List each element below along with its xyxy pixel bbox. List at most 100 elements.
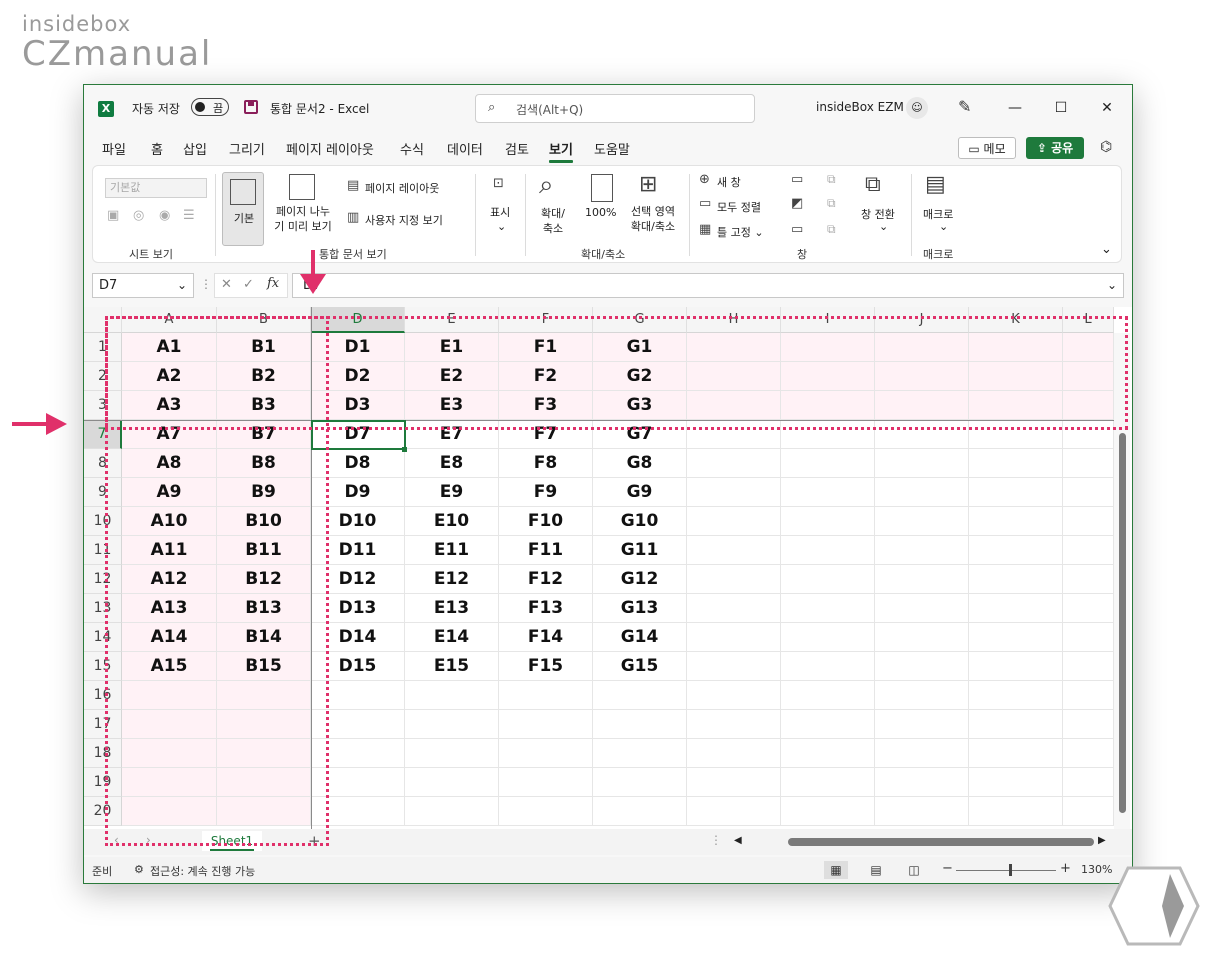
table-cell[interactable] xyxy=(687,652,781,681)
table-cell[interactable] xyxy=(969,507,1063,536)
table-cell[interactable] xyxy=(781,478,875,507)
table-cell[interactable]: F11 xyxy=(499,536,593,565)
tab-draw[interactable]: 그리기 xyxy=(229,139,265,158)
table-cell[interactable] xyxy=(781,507,875,536)
table-cell[interactable]: E10 xyxy=(405,507,499,536)
table-cell[interactable]: F13 xyxy=(499,594,593,623)
table-cell[interactable] xyxy=(969,739,1063,768)
page-break-view-icon[interactable]: ◫ xyxy=(902,861,926,879)
zoom-in-button[interactable]: + xyxy=(1060,861,1071,876)
table-cell[interactable]: G12 xyxy=(593,565,687,594)
table-cell[interactable] xyxy=(781,681,875,710)
table-cell[interactable] xyxy=(875,594,969,623)
table-cell[interactable] xyxy=(687,478,781,507)
table-cell[interactable]: G10 xyxy=(593,507,687,536)
table-cell[interactable] xyxy=(1063,739,1114,768)
table-cell[interactable] xyxy=(875,739,969,768)
table-cell[interactable]: F9 xyxy=(499,478,593,507)
tab-review[interactable]: 검토 xyxy=(505,139,529,158)
scroll-left-icon[interactable]: ◀ xyxy=(734,835,742,846)
table-cell[interactable] xyxy=(875,565,969,594)
table-cell[interactable] xyxy=(875,507,969,536)
table-cell[interactable]: F15 xyxy=(499,652,593,681)
table-cell[interactable] xyxy=(593,768,687,797)
table-cell[interactable] xyxy=(687,681,781,710)
table-cell[interactable] xyxy=(1063,797,1114,826)
table-cell[interactable] xyxy=(781,768,875,797)
tab-page-layout[interactable]: 페이지 레이아웃 xyxy=(286,139,374,158)
table-cell[interactable] xyxy=(875,536,969,565)
freeze-panes-button[interactable]: 틀 고정 ⌄ xyxy=(717,224,764,240)
table-cell[interactable] xyxy=(969,565,1063,594)
feedback-icon[interactable]: ⌬ xyxy=(1100,139,1112,155)
table-cell[interactable] xyxy=(969,681,1063,710)
zoom-label-2[interactable]: 축소 xyxy=(533,221,573,236)
switch-windows-button[interactable]: 창 전환 xyxy=(861,206,895,222)
table-cell[interactable] xyxy=(875,768,969,797)
table-cell[interactable] xyxy=(781,565,875,594)
normal-view-icon[interactable]: ▦ xyxy=(824,861,848,879)
table-cell[interactable] xyxy=(1063,623,1114,652)
page-break-icon[interactable] xyxy=(289,174,315,200)
table-cell[interactable]: E12 xyxy=(405,565,499,594)
page-layout-view-icon[interactable]: ▤ xyxy=(864,861,888,879)
table-cell[interactable] xyxy=(1063,449,1114,478)
fill-handle[interactable] xyxy=(402,447,407,452)
table-cell[interactable] xyxy=(1063,710,1114,739)
table-cell[interactable] xyxy=(687,449,781,478)
tab-formulas[interactable]: 수식 xyxy=(400,139,424,158)
table-cell[interactable] xyxy=(687,768,781,797)
table-cell[interactable] xyxy=(405,739,499,768)
table-cell[interactable] xyxy=(875,652,969,681)
cancel-icon[interactable]: ✕ xyxy=(221,277,232,292)
table-cell[interactable] xyxy=(499,797,593,826)
table-cell[interactable] xyxy=(969,536,1063,565)
table-cell[interactable] xyxy=(781,739,875,768)
save-icon[interactable] xyxy=(244,100,258,114)
table-cell[interactable]: G11 xyxy=(593,536,687,565)
horizontal-scrollbar[interactable]: ◀ ▶ xyxy=(730,835,1110,849)
maximize-button[interactable]: ☐ xyxy=(1046,95,1076,121)
table-cell[interactable]: E15 xyxy=(405,652,499,681)
table-cell[interactable] xyxy=(687,565,781,594)
zoom-slider-knob[interactable] xyxy=(1009,864,1012,876)
table-cell[interactable]: E11 xyxy=(405,536,499,565)
avatar[interactable]: ☺ xyxy=(906,97,928,119)
memo-button[interactable]: ▭ 메모 xyxy=(958,137,1016,159)
table-cell[interactable] xyxy=(781,797,875,826)
table-cell[interactable] xyxy=(781,536,875,565)
search-box[interactable]: ⌕ 검색(Alt+Q) xyxy=(475,94,755,123)
table-cell[interactable]: E9 xyxy=(405,478,499,507)
table-cell[interactable] xyxy=(1063,652,1114,681)
table-cell[interactable] xyxy=(969,449,1063,478)
table-cell[interactable] xyxy=(687,739,781,768)
table-cell[interactable] xyxy=(405,710,499,739)
page-break-label-1[interactable]: 페이지 나누 xyxy=(267,204,339,219)
user-name[interactable]: insideBox EZM xyxy=(816,100,904,114)
table-cell[interactable]: F14 xyxy=(499,623,593,652)
pen-icon[interactable]: ✎ xyxy=(958,97,971,116)
table-cell[interactable] xyxy=(781,449,875,478)
table-cell[interactable] xyxy=(1063,478,1114,507)
normal-view-button[interactable]: 기본 xyxy=(222,172,264,246)
table-cell[interactable] xyxy=(875,478,969,507)
table-cell[interactable] xyxy=(593,710,687,739)
table-cell[interactable] xyxy=(499,681,593,710)
zoom-selection-label-2[interactable]: 확대/축소 xyxy=(623,219,683,234)
enter-icon[interactable]: ✓ xyxy=(243,277,254,292)
zoom-out-button[interactable]: − xyxy=(942,861,953,876)
table-cell[interactable]: G13 xyxy=(593,594,687,623)
table-cell[interactable] xyxy=(969,797,1063,826)
table-cell[interactable] xyxy=(593,739,687,768)
table-cell[interactable]: G15 xyxy=(593,652,687,681)
table-cell[interactable] xyxy=(969,478,1063,507)
tab-home[interactable]: 홈 xyxy=(151,139,163,158)
table-cell[interactable] xyxy=(1063,594,1114,623)
table-cell[interactable]: E8 xyxy=(405,449,499,478)
tab-view[interactable]: 보기 xyxy=(549,139,573,163)
table-cell[interactable]: E13 xyxy=(405,594,499,623)
table-cell[interactable]: F8 xyxy=(499,449,593,478)
zoom-label-1[interactable]: 확대/ xyxy=(533,206,573,221)
table-cell[interactable] xyxy=(875,797,969,826)
close-button[interactable]: ✕ xyxy=(1092,95,1122,121)
